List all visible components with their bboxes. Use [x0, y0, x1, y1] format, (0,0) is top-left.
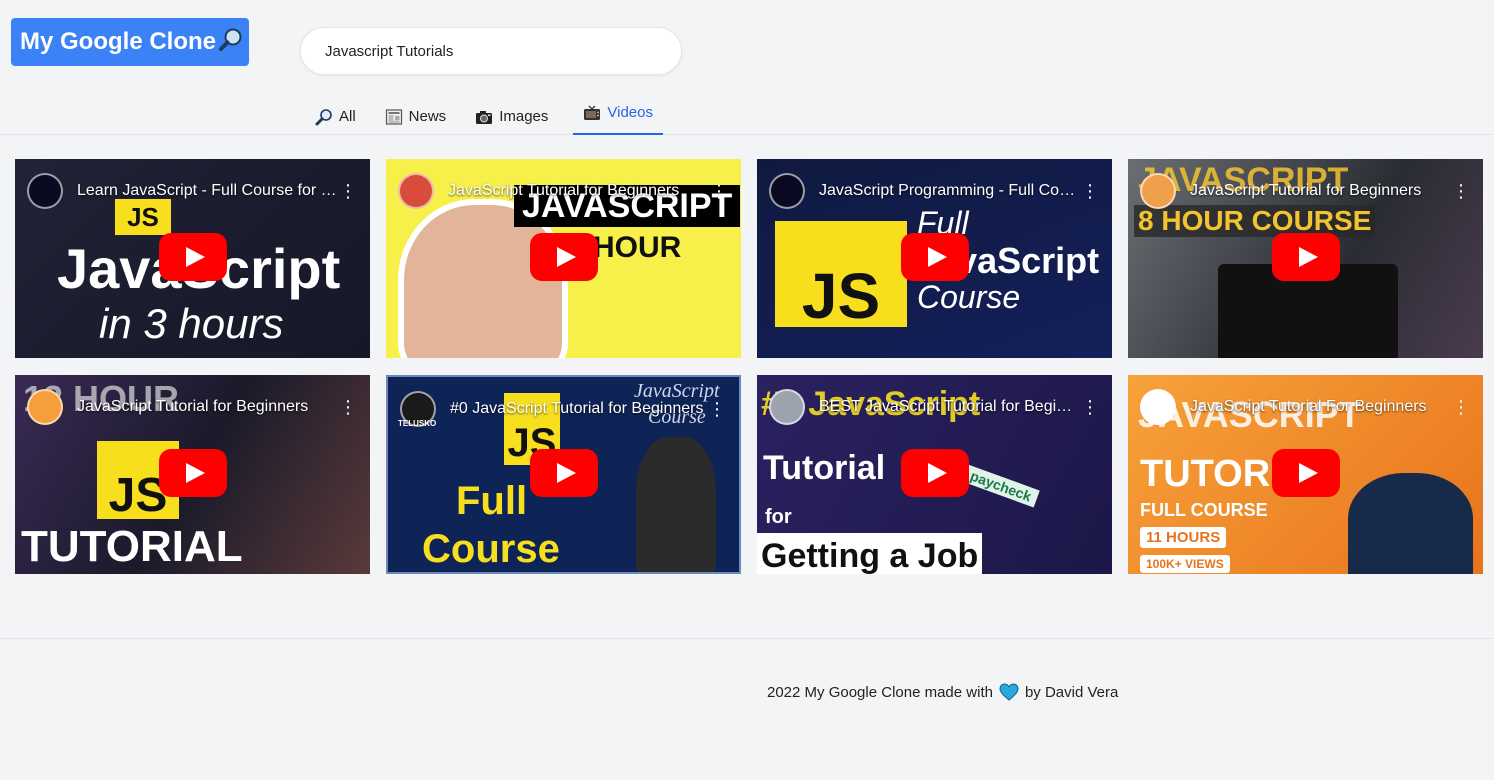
video-title-bar: #0 JavaScript Tutorial for Beginners ⋮ — [400, 391, 727, 427]
video-title: JavaScript Tutorial For Beginners — [1190, 398, 1427, 415]
more-options-icon[interactable]: ⋮ — [1080, 393, 1100, 421]
thumbnail-text: Getting a Job — [757, 533, 983, 574]
more-options-icon[interactable]: ⋮ — [707, 395, 727, 423]
thumbnail-text: Course — [917, 279, 1021, 315]
channel-avatar — [1140, 389, 1176, 425]
tab-label: Videos — [607, 104, 653, 121]
more-options-icon[interactable]: ⋮ — [709, 177, 729, 205]
magnifier-icon — [315, 108, 332, 125]
thumbnail-text: Tutorial — [763, 449, 886, 487]
video-title-bar: JavaScript Tutorial For Beginners ⋮ — [1140, 389, 1471, 425]
tab-label: News — [408, 108, 447, 125]
channel-avatar — [27, 389, 63, 425]
tab-videos[interactable]: Videos — [573, 98, 663, 135]
video-results-grid: JavaScript in 3 hours JS Learn JavaScrip… — [15, 159, 1483, 574]
footer: 2022 My Google Clone made with by David … — [767, 683, 1118, 701]
magnifier-icon — [219, 28, 242, 51]
video-title: BEST JavaScript Tutorial for Beginners — [819, 398, 1080, 415]
thumbnail-text: 100K+ VIEWS — [1140, 555, 1230, 573]
thumbnail-text: JS — [775, 221, 907, 332]
more-options-icon[interactable]: ⋮ — [1080, 177, 1100, 205]
presenter-image — [636, 437, 716, 572]
video-title: JavaScript Tutorial for Beginners — [77, 398, 309, 415]
play-button-icon[interactable] — [529, 448, 598, 497]
thumbnail-text: for — [765, 506, 792, 528]
channel-avatar — [27, 173, 63, 209]
footer-author: by David Vera — [1024, 683, 1119, 701]
video-result[interactable]: JAVASCRIPT 1 HOUR JavaScript Tutorial fo… — [386, 159, 741, 358]
camera-icon — [476, 110, 493, 124]
more-options-icon[interactable]: ⋮ — [338, 177, 358, 205]
video-title: JavaScript Tutorial for Beginners — [448, 182, 680, 199]
logo-text: My Google Clone — [20, 28, 217, 55]
search-box[interactable] — [300, 27, 682, 75]
video-title: JavaScript Programming - Full Course — [819, 182, 1080, 199]
channel-badge: TELUSKO — [398, 419, 437, 428]
thumbnail-text: TUTORIAL — [21, 522, 243, 571]
video-title-bar: JavaScript Tutorial for Beginners ⋮ — [27, 389, 358, 425]
heart-icon — [999, 683, 1019, 701]
video-title: #0 JavaScript Tutorial for Beginners — [450, 400, 704, 417]
channel-avatar — [1140, 173, 1176, 209]
header: My Google Clone All News Images Videos — [0, 0, 1494, 135]
tab-news[interactable]: News — [382, 98, 450, 135]
play-button-icon[interactable] — [900, 232, 969, 281]
tv-icon — [584, 105, 601, 120]
play-button-icon[interactable] — [1271, 448, 1340, 497]
play-button-icon[interactable] — [158, 232, 227, 281]
footer-text: 2022 My Google Clone made with — [767, 683, 993, 701]
video-result[interactable]: JAVASCRIPT TUTORIAL FULL COURSE 11 HOURS… — [1128, 375, 1483, 574]
tab-label: Images — [499, 108, 549, 125]
video-result[interactable]: JavaScript in 3 hours JS Learn JavaScrip… — [15, 159, 370, 358]
more-options-icon[interactable]: ⋮ — [338, 393, 358, 421]
video-title-bar: BEST JavaScript Tutorial for Beginners ⋮ — [769, 389, 1100, 425]
presenter-image — [1348, 473, 1473, 574]
video-result[interactable]: JavaScript Course JS Full Course #0 Java… — [386, 375, 741, 574]
video-title-bar: Learn JavaScript - Full Course for Begin… — [27, 173, 358, 209]
video-title: Learn JavaScript - Full Course for Begin… — [77, 182, 338, 199]
newspaper-icon — [385, 108, 402, 125]
more-options-icon[interactable]: ⋮ — [1451, 177, 1471, 205]
channel-avatar — [769, 389, 805, 425]
thumbnail-text: Full — [456, 479, 528, 523]
video-result[interactable]: #1 JavaScript Tutorial for Getting a Job… — [757, 375, 1112, 574]
play-button-icon[interactable] — [158, 448, 227, 497]
channel-avatar — [398, 173, 434, 209]
play-button-icon[interactable] — [900, 448, 969, 497]
video-title-bar: JavaScript Tutorial for Beginners ⋮ — [398, 173, 729, 209]
tab-images[interactable]: Images — [472, 98, 551, 135]
thumbnail-text: paycheck — [962, 464, 1040, 508]
footer-divider — [0, 638, 1494, 639]
more-options-icon[interactable]: ⋮ — [1451, 393, 1471, 421]
tab-all[interactable]: All — [312, 98, 359, 135]
thumbnail-text: FULL COURSE — [1140, 500, 1268, 520]
tab-label: All — [339, 108, 356, 125]
video-result[interactable]: JAVASCRIPT 8 HOUR COURSE JavaScript Tuto… — [1128, 159, 1483, 358]
channel-avatar — [769, 173, 805, 209]
video-result[interactable]: 12 HOUR JS TUTORIAL JavaScript Tutorial … — [15, 375, 370, 574]
video-title-bar: JavaScript Tutorial for Beginners ⋮ — [1140, 173, 1471, 209]
thumbnail-text: Course — [422, 527, 560, 571]
video-title-bar: JavaScript Programming - Full Course ⋮ — [769, 173, 1100, 209]
search-tabs: All News Images Videos — [312, 98, 686, 135]
thumbnail-text: 11 HOURS — [1140, 527, 1227, 548]
thumbnail-text: in 3 hours — [99, 300, 284, 347]
play-button-icon[interactable] — [529, 232, 598, 281]
video-result[interactable]: JS Full JavaScript Course JavaScript Pro… — [757, 159, 1112, 358]
search-input[interactable] — [301, 28, 681, 74]
logo-button[interactable]: My Google Clone — [11, 18, 249, 66]
play-button-icon[interactable] — [1271, 232, 1340, 281]
video-title: JavaScript Tutorial for Beginners — [1190, 182, 1422, 199]
